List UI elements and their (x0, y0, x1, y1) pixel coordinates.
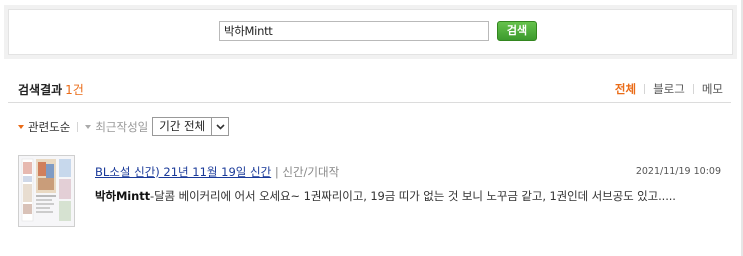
snippet-highlight: 박하Mintt (95, 189, 151, 203)
post-category-label: 신간/기대작 (282, 165, 340, 179)
post-category: | 신간/기대작 (274, 165, 340, 179)
sort-recent[interactable]: 최근작성일 (95, 119, 148, 135)
header-divider (8, 102, 731, 103)
snippet-text: -달콤 베이커리에 어서 오세요~ 1권짜리이고, 19금 띠가 없는 것 보니… (150, 189, 676, 203)
result-count: 1건 (65, 83, 84, 97)
post-title-link[interactable]: BL소설 신간) 21년 11월 19일 신간 (95, 165, 271, 179)
post-thumbnail[interactable] (18, 155, 75, 227)
tab-blog[interactable]: 블로그 (653, 81, 685, 97)
filter-tabs: 전체 블로그 메모 (615, 81, 723, 97)
post-date: 2021/11/19 10:09 (635, 166, 721, 177)
result-header: 검색결과 1건 (18, 81, 84, 98)
search-button[interactable]: 검색 (497, 21, 537, 41)
tab-memo[interactable]: 메모 (702, 81, 723, 97)
sort-relevance[interactable]: 관련도순 (28, 119, 70, 135)
sort-down-icon (18, 124, 24, 129)
period-select[interactable]: 기간 전체 (152, 117, 230, 136)
tab-divider (692, 84, 694, 94)
tab-all[interactable]: 전체 (615, 81, 636, 97)
chevron-down-icon (211, 118, 228, 135)
sort-down-icon-inactive (85, 124, 92, 129)
post-snippet[interactable]: 박하Mintt-달콤 베이커리에 어서 오세요~ 1권짜리이고, 19금 띠가 … (95, 188, 715, 205)
sort-divider (77, 121, 79, 132)
search-input[interactable] (219, 21, 489, 41)
post-title-row: BL소설 신간) 21년 11월 19일 신간 | 신간/기대작 (95, 164, 339, 180)
period-select-value: 기간 전체 (159, 119, 206, 133)
sort-bar: 관련도순 최근작성일 기간 전체 (18, 117, 230, 136)
result-label: 검색결과 (18, 83, 63, 97)
tab-divider (644, 84, 646, 94)
result-item: BL소설 신간) 21년 11월 19일 신간 | 신간/기대작 2021/11… (18, 155, 723, 229)
search-box: 검색 (8, 9, 733, 55)
